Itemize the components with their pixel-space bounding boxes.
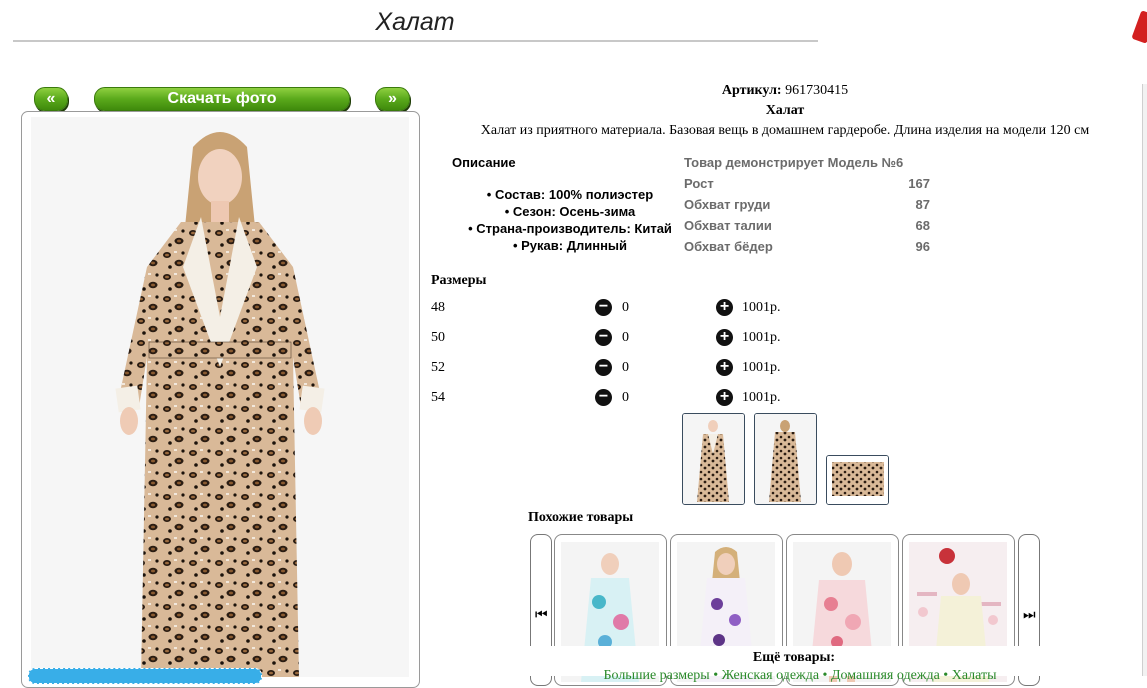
- plus-icon[interactable]: +: [716, 329, 733, 346]
- main-product-photo[interactable]: [31, 117, 409, 677]
- size-label: 50: [431, 330, 445, 345]
- plus-icon[interactable]: +: [716, 359, 733, 376]
- article-line: Артикул: 961730415: [430, 83, 1140, 99]
- size-price: 1001р.: [742, 330, 781, 345]
- title-divider: [13, 40, 818, 42]
- description-heading: Описание: [452, 155, 516, 170]
- download-photo-button[interactable]: Скачать фото: [94, 87, 350, 111]
- model-measurements: Товар демонстрирует Модель №6 Рост 167 Об…: [684, 153, 930, 258]
- size-row: 48 − 0 + 1001р.: [431, 299, 831, 322]
- article-value: 961730415: [785, 83, 849, 98]
- product-name: Халат: [765, 103, 805, 118]
- minus-icon[interactable]: −: [595, 359, 612, 376]
- photo-thumbnail-fabric[interactable]: [826, 455, 889, 505]
- model-row: Обхват груди 87: [684, 197, 930, 212]
- feature-list: • Состав: 100% полиэстер • Сезон: Осень-…: [440, 186, 700, 254]
- similar-heading: Похожие товары: [528, 510, 634, 525]
- model-row: Рост 167: [684, 176, 930, 191]
- size-price: 1001р.: [742, 360, 781, 375]
- photo-thumbnail-back[interactable]: [754, 413, 817, 505]
- feature-item: • Рукав: Длинный: [512, 238, 628, 253]
- article-label: Артикул:: [721, 83, 782, 98]
- corner-badge-icon[interactable]: [1131, 10, 1147, 44]
- size-price: 1001р.: [742, 390, 781, 405]
- page-title: Халат: [375, 8, 455, 36]
- plus-icon[interactable]: +: [716, 299, 733, 316]
- minus-icon[interactable]: −: [595, 299, 612, 316]
- size-price: 1001р.: [742, 300, 781, 315]
- prev-photo-button[interactable]: «: [34, 87, 68, 111]
- minus-icon[interactable]: −: [595, 389, 612, 406]
- photo-bottom-button[interactable]: [28, 668, 262, 684]
- next-photo-button[interactable]: »: [375, 87, 410, 111]
- skip-forward-icon: ⏭: [1023, 607, 1036, 623]
- quantity-value: 0: [622, 330, 629, 345]
- feature-item: • Страна-производитель: Китай: [468, 221, 672, 236]
- size-row: 50 − 0 + 1001р.: [431, 329, 831, 352]
- feature-item: • Сезон: Осень-зима: [504, 204, 636, 219]
- size-row: 54 − 0 + 1001р.: [431, 389, 831, 412]
- product-description: Халат из приятного материала. Базовая ве…: [480, 123, 1090, 138]
- size-label: 48: [431, 300, 445, 315]
- page-scrollbar[interactable]: [1142, 84, 1147, 676]
- model-row: Обхват талии 68: [684, 218, 930, 233]
- model-heading: Товар демонстрирует Модель №6: [684, 155, 904, 170]
- more-goods-heading: Ещё товары:: [752, 650, 836, 665]
- minus-icon[interactable]: −: [595, 329, 612, 346]
- model-row: Обхват бёдер 96: [684, 239, 930, 254]
- more-goods-links[interactable]: Большие размеры • Женская одежда • Домаш…: [540, 668, 1060, 684]
- sizes-heading: Размеры: [431, 273, 487, 288]
- size-label: 54: [431, 390, 445, 405]
- feature-item: • Состав: 100% полиэстер: [486, 187, 654, 202]
- plus-icon[interactable]: +: [716, 389, 733, 406]
- quantity-value: 0: [622, 390, 629, 405]
- skip-back-icon: ⏮: [535, 607, 548, 623]
- photo-thumbnail-front[interactable]: [682, 413, 745, 505]
- quantity-value: 0: [622, 360, 629, 375]
- size-row: 52 − 0 + 1001р.: [431, 359, 831, 382]
- size-label: 52: [431, 360, 445, 375]
- quantity-value: 0: [622, 300, 629, 315]
